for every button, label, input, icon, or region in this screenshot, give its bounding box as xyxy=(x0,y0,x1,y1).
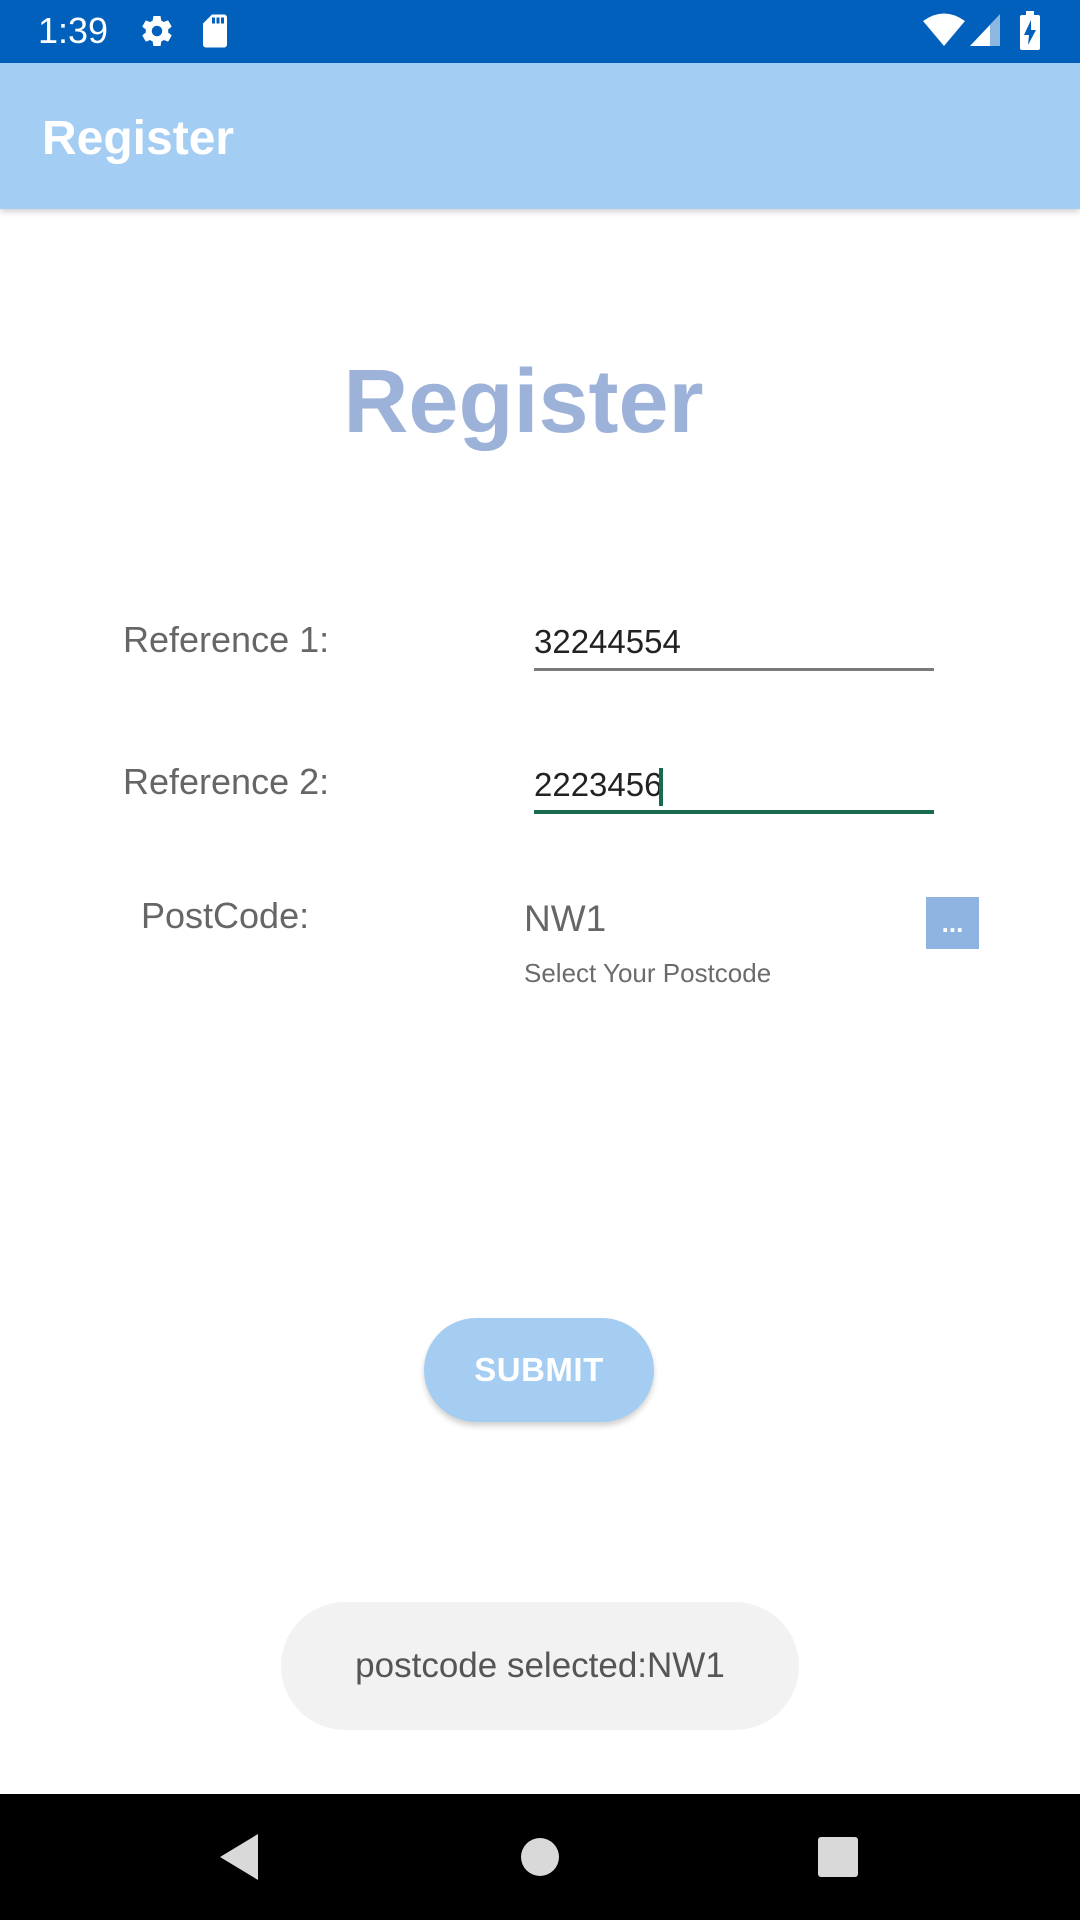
postcode-value: NW1 xyxy=(524,898,607,939)
text-cursor xyxy=(659,768,663,806)
submit-button[interactable]: SUBMIT xyxy=(424,1318,654,1422)
sd-card-icon xyxy=(199,13,231,53)
recents-icon xyxy=(818,1837,858,1877)
reference1-underline xyxy=(534,668,934,671)
back-button[interactable] xyxy=(178,1794,298,1920)
navigation-bar xyxy=(0,1794,1080,1920)
status-time: 1:39 xyxy=(38,10,109,51)
reference2-input[interactable] xyxy=(534,757,934,813)
reference2-label: Reference 2: xyxy=(123,761,330,802)
signal-icon xyxy=(968,12,1002,52)
postcode-hint: Select Your Postcode xyxy=(524,958,772,988)
home-button[interactable] xyxy=(480,1794,600,1920)
reference2-underline xyxy=(534,810,934,814)
back-icon xyxy=(220,1834,258,1880)
home-icon xyxy=(521,1838,559,1876)
reference1-input[interactable] xyxy=(534,614,934,670)
app-bar-title: Register xyxy=(42,112,235,165)
settings-icon xyxy=(139,13,175,53)
battery-charging-icon xyxy=(1019,11,1041,55)
wifi-icon xyxy=(922,12,966,52)
toast-message: postcode selected:NW1 xyxy=(281,1602,799,1730)
postcode-label: PostCode: xyxy=(141,895,310,936)
recents-button[interactable] xyxy=(778,1794,898,1920)
status-bar: 1:39 xyxy=(0,0,1080,63)
page-heading: Register xyxy=(343,352,704,452)
reference1-label: Reference 1: xyxy=(123,619,330,660)
app-bar: Register xyxy=(0,63,1080,209)
postcode-picker-button[interactable]: ... xyxy=(926,897,979,949)
